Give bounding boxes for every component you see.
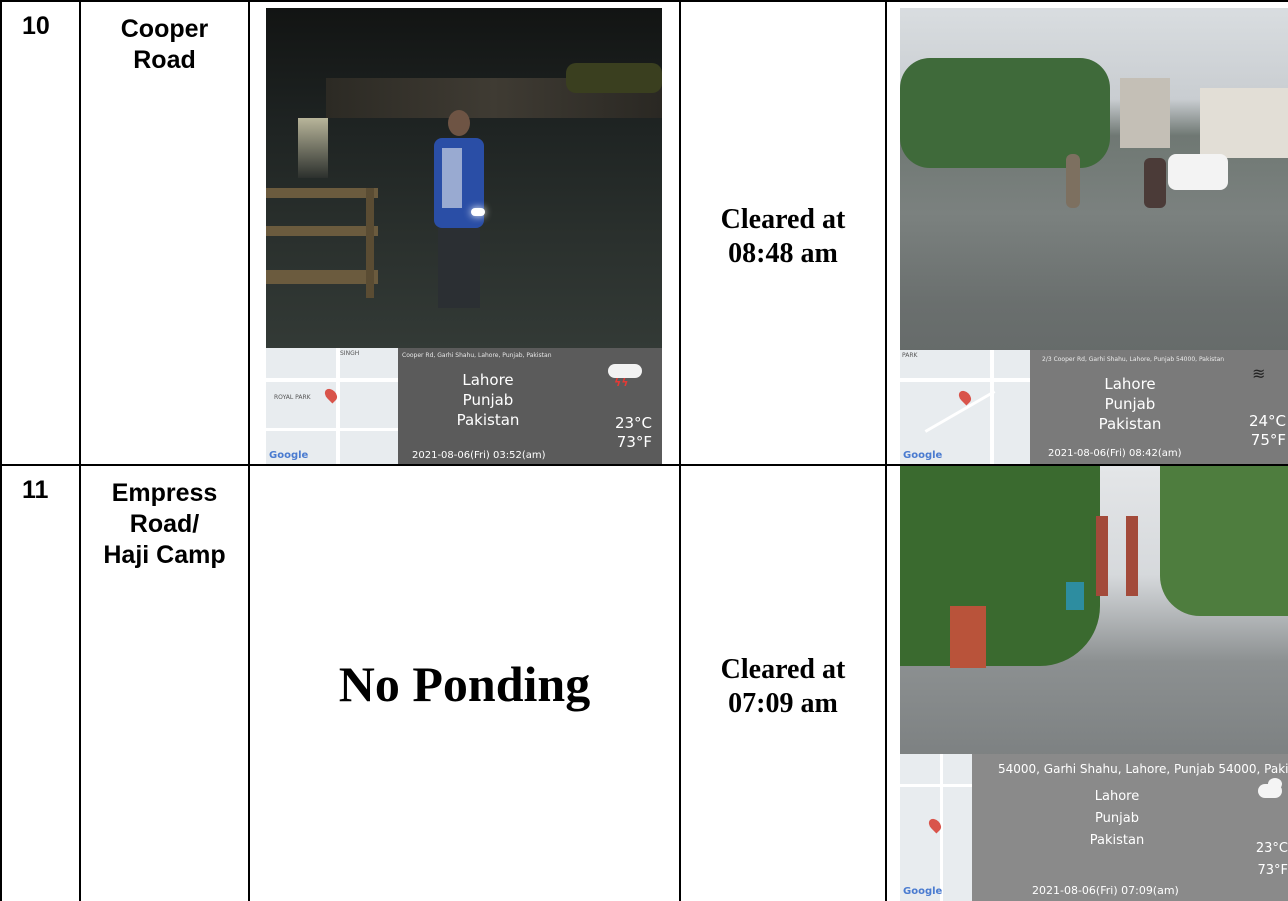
report-table: 10 Cooper Road ROYAL PARK SINGH Google C… bbox=[0, 0, 1288, 901]
pedestrian bbox=[1066, 154, 1080, 208]
thunderstorm-icon: ϟϟ bbox=[604, 360, 644, 389]
cleared-time: 07:09 am bbox=[728, 688, 838, 719]
location-name-line: Haji Camp bbox=[103, 541, 226, 569]
map-label: PARK bbox=[902, 352, 918, 359]
stamp-temperature: 23°C 73°F bbox=[614, 414, 652, 451]
photo-stamp: Cooper Rd, Garhi Shahu, Lahore, Punjab, … bbox=[398, 348, 662, 464]
haze-icon: ≋ bbox=[1252, 364, 1266, 383]
column-divider bbox=[248, 0, 250, 901]
bench-leg bbox=[366, 188, 374, 298]
person-vest bbox=[442, 148, 462, 208]
generator bbox=[950, 606, 986, 668]
clock-tower bbox=[1126, 516, 1138, 596]
no-ponding-text: No Ponding bbox=[338, 656, 591, 712]
before-photo: ROYAL PARK SINGH Google Cooper Rd, Garhi… bbox=[266, 8, 662, 464]
stamp-location: Lahore Punjab Pakistan bbox=[456, 371, 520, 429]
trees bbox=[1160, 466, 1288, 616]
stamp-datetime: 2021-08-06(Fri) 03:52(am) bbox=[412, 450, 546, 461]
rickshaw bbox=[1066, 582, 1084, 610]
location-name-line: Road/ bbox=[129, 510, 200, 538]
column-divider bbox=[79, 0, 81, 901]
location-name: Cooper Road bbox=[81, 14, 248, 76]
mini-map: PARK Google bbox=[900, 350, 1030, 464]
foliage bbox=[566, 63, 662, 93]
stamp-address: 2/3 Cooper Rd, Garhi Shahu, Lahore, Punj… bbox=[1042, 356, 1225, 363]
light-reflection bbox=[298, 118, 328, 178]
google-logo: Google bbox=[903, 450, 943, 461]
table-border-top bbox=[0, 0, 1288, 2]
table-border-left bbox=[0, 0, 2, 901]
column-divider bbox=[885, 0, 887, 901]
building bbox=[1120, 78, 1170, 148]
trees bbox=[900, 466, 1100, 666]
cleared-label: Cleared at bbox=[720, 204, 846, 235]
cleared-time: 08:48 am bbox=[728, 238, 838, 269]
location-name-line: Road bbox=[133, 46, 196, 74]
after-photo: Google 54000, Garhi Shahu, Lahore, Punja… bbox=[900, 466, 1288, 901]
stamp-temperature: 24°C 75°F bbox=[1248, 412, 1286, 449]
location-name: Empress Road/ Haji Camp bbox=[81, 478, 248, 571]
bench-slat bbox=[266, 188, 378, 198]
flashlight bbox=[471, 208, 485, 216]
motorbike bbox=[1144, 158, 1166, 208]
row-number: 11 bbox=[22, 476, 49, 504]
stamp-address: Cooper Rd, Garhi Shahu, Lahore, Punjab, … bbox=[402, 352, 552, 359]
cleared-label: Cleared at bbox=[720, 654, 846, 685]
person-legs bbox=[438, 228, 480, 308]
after-photo: PARK Google 2/3 Cooper Rd, Garhi Shahu, … bbox=[900, 8, 1288, 464]
bench-slat bbox=[266, 226, 378, 236]
stamp-location: Lahore Punjab Pakistan bbox=[1098, 375, 1162, 433]
mini-map: ROYAL PARK SINGH Google bbox=[266, 348, 398, 464]
mini-map: Google bbox=[900, 754, 972, 901]
google-logo: Google bbox=[903, 886, 943, 897]
stamp-temperature: 23°C 73°F bbox=[1255, 841, 1288, 878]
google-logo: Google bbox=[269, 450, 309, 461]
clock-tower bbox=[1096, 516, 1108, 596]
photo-stamp: 54000, Garhi Shahu, Lahore, Punjab 54000… bbox=[972, 754, 1288, 901]
row-number: 10 bbox=[22, 12, 50, 40]
building bbox=[1200, 88, 1288, 158]
cleared-status: Cleared at 07:09 am bbox=[681, 653, 885, 721]
stamp-datetime: 2021-08-06(Fri) 07:09(am) bbox=[1032, 884, 1179, 897]
location-name-line: Cooper bbox=[120, 15, 209, 43]
cleared-status: Cleared at 08:48 am bbox=[681, 203, 885, 271]
column-divider bbox=[679, 0, 681, 901]
trees bbox=[900, 58, 1110, 168]
location-name-line: Empress bbox=[111, 479, 218, 507]
stamp-location: Lahore Punjab Pakistan bbox=[1089, 789, 1145, 848]
person-head bbox=[448, 110, 470, 136]
stamp-datetime: 2021-08-06(Fri) 08:42(am) bbox=[1048, 448, 1182, 459]
photo-stamp: 2/3 Cooper Rd, Garhi Shahu, Lahore, Punj… bbox=[1030, 350, 1288, 464]
cloudy-icon bbox=[1258, 778, 1288, 800]
stamp-address: 54000, Garhi Shahu, Lahore, Punjab 54000… bbox=[998, 762, 1288, 776]
map-label: ROYAL PARK bbox=[274, 394, 311, 401]
car bbox=[1168, 154, 1228, 190]
bench-slat bbox=[266, 270, 378, 284]
map-label: SINGH bbox=[340, 350, 360, 357]
